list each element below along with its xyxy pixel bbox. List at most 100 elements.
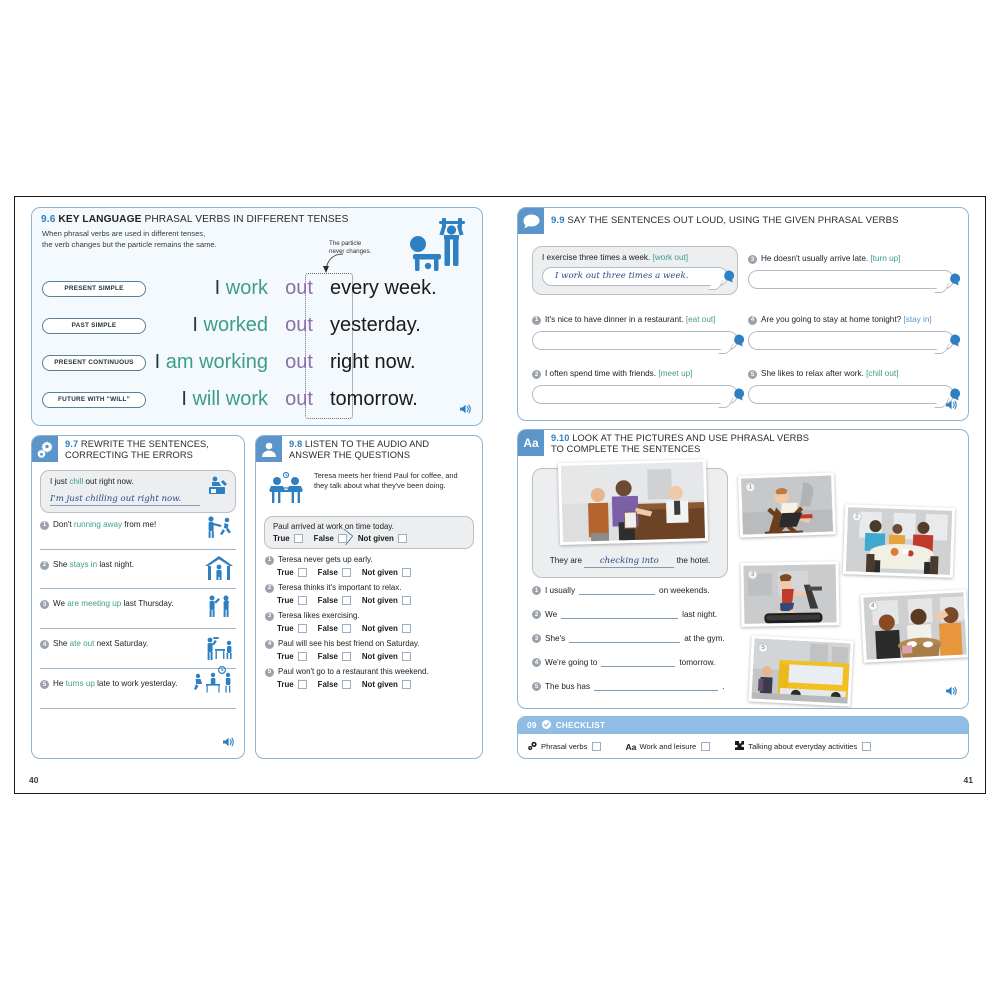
checkbox-true[interactable] — [293, 533, 303, 543]
question-text: He turns up late to work yesterday. — [53, 679, 178, 689]
question-text: Teresa thinks it's important to relax. — [278, 582, 402, 592]
checklist-items: Phrasal verbs Aa Work and leisure Talkin… — [518, 734, 968, 753]
page-number-left: 40 — [29, 775, 39, 785]
particle: out — [285, 314, 313, 336]
house-person-icon — [204, 555, 234, 586]
answer-line[interactable] — [569, 634, 681, 643]
sentence-rest: right now. — [330, 351, 416, 373]
sentence-post: . — [722, 682, 725, 691]
checkbox-false[interactable] — [341, 679, 351, 689]
answer-line[interactable] — [579, 586, 656, 595]
key-language-label: KEY LANGUAGE — [58, 214, 142, 225]
checkbox-true[interactable] — [297, 679, 307, 689]
checklist-item-label: Talking about everyday activities — [748, 742, 858, 751]
choice-label-false: False — [317, 595, 338, 605]
choice-label-not-given: Not given — [361, 567, 398, 577]
sentence-pre: She's — [545, 634, 566, 643]
checkbox-not-given[interactable] — [401, 623, 411, 633]
answer-line[interactable] — [601, 658, 676, 667]
question-text: She likes to relax after work. [chill ou… — [761, 369, 899, 379]
checkbox-true[interactable] — [297, 595, 307, 605]
check-circle-icon — [541, 720, 551, 731]
speaking-head-icon — [950, 333, 966, 353]
checkbox-false[interactable] — [341, 567, 351, 577]
sentence-pre: We — [545, 610, 558, 619]
example-answer: I'm just chilling out right now. — [50, 494, 200, 506]
question-text: She ate out next Saturday. — [53, 639, 149, 649]
answer-bubble[interactable] — [748, 270, 961, 289]
question-text: I often spend time with friends. [meet u… — [545, 369, 693, 379]
question-row: 4 Paul will see his best friend on Saturd… — [265, 639, 473, 661]
exercise-98-example: Paul arrived at work on time today. True… — [264, 515, 474, 549]
checkbox[interactable] — [592, 742, 602, 751]
question-text: Paul won't go to a restaurant this weeke… — [278, 666, 429, 676]
answer-bubble[interactable]: I work out three times a week. — [542, 267, 735, 286]
book-spread-screenshot: 9.6 KEY LANGUAGE PHRASAL VERBS IN DIFFER… — [0, 0, 1000, 1000]
item-number: 5 — [40, 680, 49, 690]
key-language-number: 9.6 — [41, 214, 56, 225]
verb: am working — [165, 351, 268, 373]
exercise-97-panel: 9.7 REWRITE THE SENTENCES, CORRECTING TH… — [31, 435, 245, 759]
checkbox-not-given[interactable] — [401, 567, 411, 577]
checkbox-not-given[interactable] — [401, 651, 411, 661]
sentence-pre: We're going to — [545, 658, 598, 667]
speaker-icon[interactable] — [945, 684, 958, 702]
exercise-98-title: 9.8 LISTEN TO THE AUDIO AND ANSWER THE Q… — [282, 436, 435, 464]
checkbox-not-given[interactable] — [401, 595, 411, 605]
item-number: 1 — [265, 555, 274, 565]
answer-line[interactable] — [594, 682, 719, 691]
sentence-post: tomorrow. — [679, 658, 716, 667]
question-cell: 5 She likes to relax after work. [chill … — [748, 365, 961, 420]
item-number: 1 — [532, 315, 541, 325]
checkbox-not-given[interactable] — [401, 679, 411, 689]
person-relaxing-icon — [206, 475, 230, 500]
answer-bubble[interactable] — [748, 385, 961, 405]
answer-bubble[interactable] — [532, 385, 745, 405]
checkbox-true[interactable] — [297, 623, 307, 633]
exercise-98-title-line1: LISTEN TO THE AUDIO AND — [304, 439, 430, 449]
question-row: 1 Don't running away from me! — [40, 513, 236, 553]
photo-number: 3 — [747, 569, 758, 580]
intro-text: Teresa meets her friend Paul for coffee,… — [314, 470, 458, 491]
checkbox-false[interactable] — [337, 533, 347, 543]
friends-at-cafe-photo: 4 — [860, 589, 968, 663]
exercise-98-intro: Teresa meets her friend Paul for coffee,… — [256, 464, 482, 510]
example-answer: checking into — [599, 556, 659, 566]
checkbox-true[interactable] — [297, 651, 307, 661]
choice-label-not-given: Not given — [357, 533, 394, 543]
item-number: 5 — [265, 667, 274, 677]
checkbox-not-given[interactable] — [397, 533, 407, 543]
particle: out — [285, 388, 313, 410]
choice-label-true: True — [277, 679, 294, 689]
checklist-item-everyday-activities[interactable]: Talking about everyday activities — [734, 740, 872, 753]
checkbox[interactable] — [701, 742, 711, 751]
verb: worked — [203, 314, 268, 336]
exercise-99-example: I exercise three times a week. [work out… — [532, 246, 738, 311]
exercise-99-number: 9.9 — [551, 215, 565, 226]
sentence-row: 4 We're going to tomorrow. — [532, 658, 715, 667]
checkbox-false[interactable] — [341, 595, 351, 605]
family-dinner-photo: 2 — [842, 504, 956, 578]
speaker-icon[interactable] — [945, 398, 958, 416]
question-cell: 4 Are you going to stay at home tonight?… — [748, 311, 961, 366]
key-language-row: PRESENT CONTINUOUS I am working out righ… — [32, 344, 482, 381]
checkbox-true[interactable] — [297, 567, 307, 577]
exercise-99-grid: I exercise three times a week. [work out… — [518, 240, 968, 420]
question-row: 2 Teresa thinks it's important to relax. … — [265, 583, 473, 605]
speaker-icon[interactable] — [459, 402, 472, 420]
choice-label-not-given: Not given — [361, 679, 398, 689]
answer-bubble[interactable] — [748, 330, 961, 350]
speaker-icon[interactable] — [222, 735, 235, 753]
question-row: 3 Teresa likes exercising. True False Not… — [265, 611, 473, 633]
checkbox-false[interactable] — [341, 651, 351, 661]
checklist-item-phrasal-verbs[interactable]: Phrasal verbs — [527, 741, 602, 753]
exercise-910-panel: Aa 9.10 LOOK AT THE PICTURES AND USE PHR… — [517, 429, 969, 709]
sentence-rest: tomorrow. — [330, 388, 418, 410]
checklist-item-work-and-leisure[interactable]: Aa Work and leisure — [625, 742, 711, 752]
headphones-icon — [256, 436, 282, 462]
answer-bubble[interactable] — [532, 330, 745, 350]
answer-line[interactable] — [561, 610, 679, 619]
checkbox[interactable] — [862, 742, 872, 751]
checkbox-false[interactable] — [341, 623, 351, 633]
example-question: Paul arrived at work on time today. — [273, 521, 394, 531]
